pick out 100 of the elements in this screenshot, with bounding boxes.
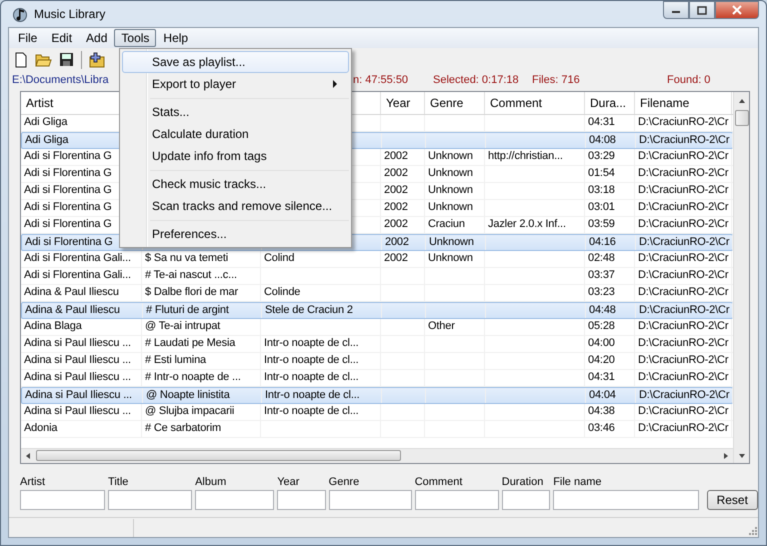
filter-label: File name — [553, 476, 602, 488]
table-cell: D:\CraciunRO-2\Cr — [638, 337, 728, 349]
table-cell: Adi Gliga — [25, 134, 68, 146]
table-cell: Adi si Florentina Gali... — [24, 269, 131, 281]
menu-bar-item[interactable]: Add — [79, 29, 114, 47]
table-cell: D:\CraciunRO-2\Cr — [638, 218, 728, 230]
table-cell: D:\CraciunRO-2\Cr — [638, 116, 728, 128]
table-cell: Adina Blaga — [24, 320, 82, 332]
add-folder-icon[interactable] — [89, 52, 105, 68]
vertical-scrollbar[interactable] — [733, 92, 749, 463]
scroll-right-icon[interactable] — [722, 452, 729, 460]
table-cell: Adi si Florentina Gali... — [24, 252, 131, 264]
table-cell: D:\CraciunRO-2\Cr — [638, 405, 728, 417]
filter-field[interactable] — [414, 490, 499, 510]
table-row[interactable]: Adina si Paul Iliescu ... # Esti lumina Intr-o noapte de cl... 04:20 D:\CraciunRO-2\Cr — [21, 353, 733, 370]
column-header[interactable]: Filename — [640, 96, 690, 110]
music-note-icon — [12, 6, 28, 22]
table-cell: D:\CraciunRO-2\Cr — [638, 286, 728, 298]
table-row[interactable]: Adina si Paul Iliescu ... @ Slujba impacarii Intr-o noapte de cl... 04:38 D:\CraciunRO-2\Cr — [21, 404, 733, 421]
table-cell: Unknown — [429, 236, 474, 248]
table-cell: 2002 — [384, 150, 408, 162]
folder-icon[interactable] — [35, 52, 52, 67]
table-cell: D:\CraciunRO-2\Cr — [639, 236, 730, 248]
table-cell: $ Sa nu va temeti — [145, 252, 228, 264]
scrollbar-thumb[interactable] — [36, 450, 401, 461]
scroll-up-icon[interactable] — [738, 98, 746, 104]
table-row[interactable]: Adina si Paul Iliescu ... @ Noapte linistita Intr-o noapte de cl... 04:04 D:\CraciunRO-2\Cr — [21, 387, 733, 404]
table-cell: Intr-o noapte de cl... — [264, 371, 359, 383]
new-document-icon[interactable] — [14, 52, 28, 68]
table-cell: 2002 — [384, 167, 408, 179]
table-row[interactable]: Adina & Paul Iliescu # Fluturi de argint Stele de Craciun 2 04:48 D:\CraciunRO-2\Cr — [21, 302, 733, 319]
table-cell: Intr-o noapte de cl... — [265, 389, 360, 401]
menu-bar-item[interactable]: Help — [156, 29, 196, 47]
total-duration: n: 47:55:50 — [353, 74, 408, 86]
column-header[interactable]: Genre — [430, 96, 464, 110]
menu-item[interactable]: Save as playlist... — [122, 51, 349, 73]
reset-button[interactable]: Reset — [706, 490, 758, 510]
column-header[interactable]: Comment — [490, 96, 542, 110]
table-cell: 04:08 — [589, 134, 616, 146]
column-header[interactable]: Dura... — [590, 96, 626, 110]
table-cell: # Fluturi de argint — [146, 304, 229, 316]
horizontal-scrollbar[interactable] — [21, 448, 733, 463]
scroll-down-icon[interactable] — [738, 453, 746, 459]
table-row[interactable]: Adina si Paul Iliescu ... # Laudati pe Mesia Intr-o noapte de cl... 04:00 D:\CraciunRO-2\Cr — [21, 336, 733, 353]
table-cell: $ Dalbe flori de mar — [145, 286, 238, 298]
scrollbar-thumb[interactable] — [734, 110, 748, 126]
table-cell: Adina & Paul Iliescu — [24, 286, 119, 298]
table-row[interactable]: Adi si Florentina Gali... $ Sa nu va temeti Colind 2002 Unknown 02:48 D:\CraciunRO-2\Cr — [21, 251, 733, 268]
table-cell: @ Noapte linistita — [146, 389, 230, 401]
table-cell: Other — [428, 320, 455, 332]
filter-label: Year — [277, 476, 300, 488]
table-cell: Unknown — [428, 167, 473, 179]
table-cell: # Esti lumina — [145, 354, 206, 366]
table-cell: Adina si Paul Iliescu ... — [24, 405, 131, 417]
menu-bar-item[interactable]: File — [11, 29, 44, 47]
filter-field[interactable] — [553, 490, 699, 510]
table-cell: D:\CraciunRO-2\Cr — [638, 201, 728, 213]
table-cell: Unknown — [428, 201, 473, 213]
table-cell: 02:48 — [588, 252, 615, 264]
table-cell: D:\CraciunRO-2\Cr — [638, 150, 728, 162]
table-cell: Adonia — [24, 422, 58, 434]
filter-field[interactable] — [328, 490, 412, 510]
table-cell: Adi si Florentina G — [24, 201, 112, 213]
table-cell: 03:37 — [588, 269, 615, 281]
table-cell: # Ce sarbatorim — [145, 422, 222, 434]
table-row[interactable]: Adina Blaga @ Te-ai intrupat Other 05:28 D:\CraciunRO-2\Cr — [21, 319, 733, 336]
table-cell: Adina si Paul Iliescu ... — [24, 371, 131, 383]
table-row[interactable]: Adonia # Ce sarbatorim 03:46 D:\CraciunRO-2\Cr — [21, 421, 733, 438]
scroll-left-icon[interactable] — [25, 452, 32, 460]
table-cell: 03:23 — [588, 286, 615, 298]
table-cell: 04:16 — [589, 236, 616, 248]
table-cell: Colinde — [264, 286, 300, 298]
table-cell: 04:31 — [588, 116, 615, 128]
minimize-button[interactable] — [663, 1, 689, 19]
menu-bar-item[interactable]: Edit — [44, 29, 80, 47]
table-cell: 04:00 — [588, 337, 615, 349]
column-header[interactable]: Artist — [26, 96, 54, 110]
table-cell: Intr-o noapte de cl... — [264, 405, 359, 417]
close-icon — [732, 5, 742, 15]
filter-label: Artist — [20, 476, 46, 488]
table-cell: Adi si Florentina G — [24, 218, 112, 230]
filter-field[interactable] — [195, 490, 274, 510]
filter-field[interactable] — [277, 490, 326, 510]
menu-item[interactable]: Export to player — [122, 73, 349, 95]
filter-field[interactable] — [108, 490, 192, 510]
table-cell: D:\CraciunRO-2\Cr — [638, 252, 728, 264]
menu-bar-item[interactable]: Tools — [114, 29, 156, 47]
filter-field[interactable] — [502, 490, 550, 510]
column-header[interactable]: Year — [386, 96, 410, 110]
table-cell: D:\CraciunRO-2\Cr — [638, 269, 728, 281]
table-cell: 2002 — [384, 201, 408, 213]
close-button[interactable] — [715, 1, 759, 19]
maximize-button[interactable] — [689, 1, 715, 19]
submenu-arrow-icon — [333, 80, 338, 88]
table-row[interactable]: Adi si Florentina Gali... # Te-ai nascut ...c... 03:37 D:\CraciunRO-2\Cr — [21, 268, 733, 285]
table-cell: D:\CraciunRO-2\Cr — [638, 184, 728, 196]
table-cell: D:\CraciunRO-2\Cr — [638, 422, 728, 434]
resize-grip-icon[interactable] — [748, 526, 758, 536]
table-cell: 04:31 — [588, 371, 615, 383]
filter-field[interactable] — [20, 490, 106, 510]
